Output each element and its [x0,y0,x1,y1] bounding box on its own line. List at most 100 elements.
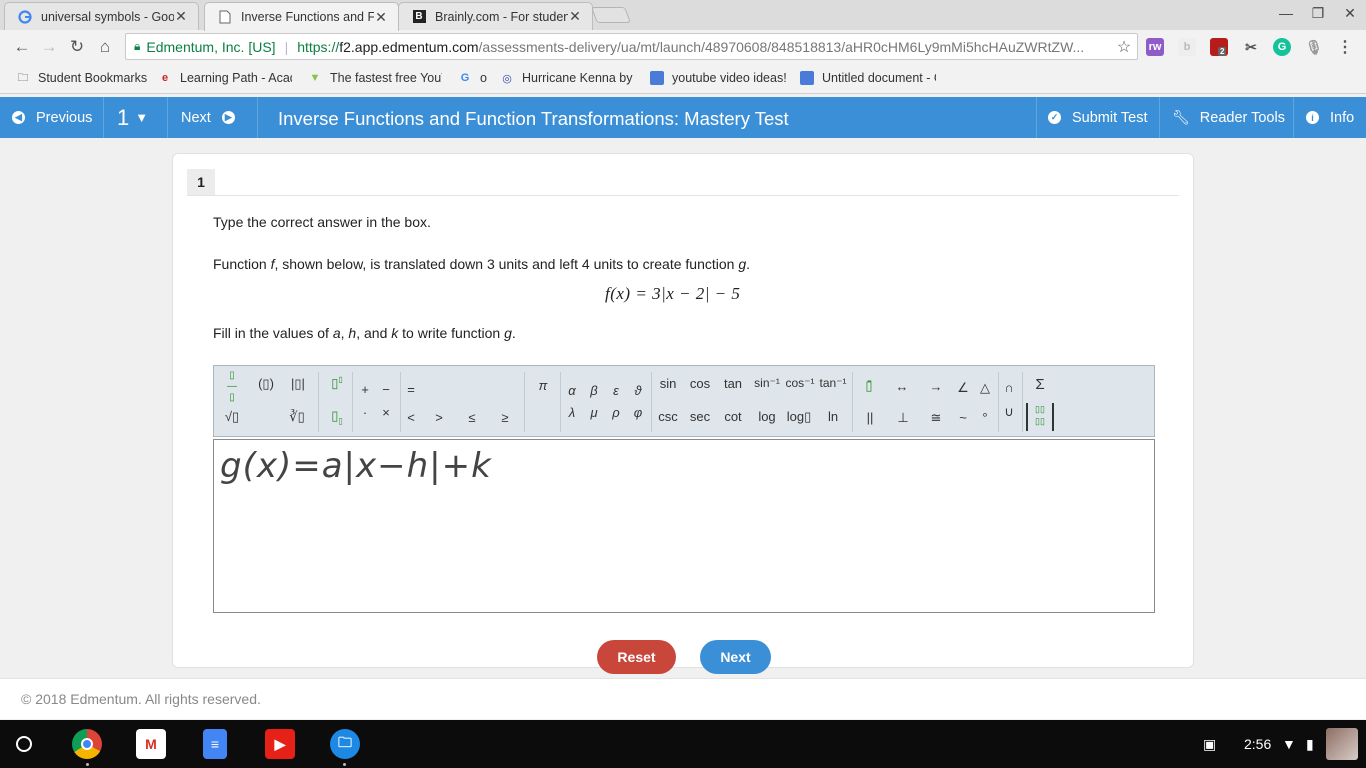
perpendicular-button[interactable]: ⊥ [896,410,910,426]
youtube-icon[interactable]: ▶ [265,729,295,759]
tan-button[interactable]: tan [720,376,746,391]
lambda-button[interactable]: λ [565,405,579,420]
nth-root-button[interactable]: ∛▯ [286,409,308,425]
absolute-value-button[interactable]: |▯| [288,376,308,392]
close-icon[interactable]: ✕ [374,9,388,26]
previous-button[interactable]: ◀ Previous [12,97,92,138]
bookmark-item[interactable]: ◎ Hurricane Kenna by S [500,71,635,85]
reset-button[interactable]: Reset [597,640,676,674]
similar-button[interactable]: ~ [955,410,971,425]
answer-input[interactable]: g(x)=a|x−h|+k [213,439,1155,613]
degree-button[interactable]: ° [977,410,993,425]
question-selector[interactable]: 1 ▼ [117,97,148,138]
gmail-icon[interactable]: M [136,729,166,759]
address-bar[interactable]: 🔒︎ Edmentum, Inc. [US] | https:// f2.app… [125,33,1138,60]
sin-button[interactable]: sin [655,376,681,391]
bookmark-item[interactable]: youtube video ideas! [650,71,786,85]
rho-button[interactable]: ρ [609,405,623,420]
cos-button[interactable]: cos [687,376,713,391]
less-than-button[interactable]: < [404,410,418,425]
arctan-button[interactable]: tan⁻¹ [817,376,849,390]
bookmark-item[interactable]: e Learning Path - Acad [158,71,292,85]
back-icon[interactable]: ← [12,37,32,57]
clock[interactable]: 2:56 [1244,736,1271,752]
extension-rewordify-icon[interactable]: rw [1146,38,1164,56]
alpha-button[interactable]: α [565,383,579,398]
launcher-icon[interactable] [16,736,32,752]
close-icon[interactable]: ✕ [568,8,582,25]
line-button[interactable]: ↔ [889,379,915,394]
log-base-button[interactable]: log▯ [784,409,814,425]
phi-button[interactable]: φ [631,405,645,420]
sqrt-button[interactable]: √▯ [222,409,242,425]
union-button[interactable]: ∪ [1002,404,1016,420]
extension-ublock-icon[interactable]: 2 [1210,38,1228,56]
close-icon[interactable]: ✕ [174,8,188,25]
home-icon[interactable]: ⌂ [95,37,115,57]
reload-icon[interactable]: ↻ [67,37,87,57]
csc-button[interactable]: csc [655,409,681,424]
bookmark-item[interactable]: ▼ The fastest free YouT [308,71,442,85]
grammarly-icon[interactable]: G [1273,38,1291,56]
bookmark-item[interactable]: Untitled document - G [800,71,936,85]
beta-button[interactable]: β [587,383,601,398]
docs-icon[interactable]: ≡ [203,729,227,759]
avatar[interactable] [1326,728,1358,760]
equals-button[interactable]: = [404,382,418,397]
submit-test-button[interactable]: ✓ Submit Test [1048,97,1148,138]
dot-button[interactable]: · [358,405,372,420]
congruent-button[interactable]: ≅ [929,410,943,426]
log-button[interactable]: log [753,409,781,424]
mu-button[interactable]: μ [587,405,601,420]
minimize-icon[interactable]: — [1276,5,1296,21]
info-button[interactable]: i Info [1306,97,1354,138]
greater-equal-button[interactable]: ≥ [498,410,512,425]
menu-icon[interactable]: ⋮ [1336,38,1354,56]
reader-tools-button[interactable]: 🔧︎ Reader Tools [1172,97,1285,138]
matrix-icon[interactable]: ▯▯ ▯▯ [1026,403,1054,431]
parentheses-button[interactable]: (▯) [256,376,276,392]
bookmark-star-icon[interactable]: ☆ [1111,37,1137,57]
chrome-icon[interactable] [72,729,102,759]
plus-button[interactable]: + [358,382,372,397]
answer-expression[interactable]: g(x)=a|x−h|+k [220,446,492,486]
ln-button[interactable]: ln [821,409,845,424]
browser-tab[interactable]: B Brainly.com - For student ✕ [398,2,593,30]
next-button[interactable]: Next [700,640,771,674]
arcsin-button[interactable]: sin⁻¹ [751,376,783,390]
less-equal-button[interactable]: ≤ [465,410,479,425]
new-tab-button[interactable] [591,7,631,23]
theta-button[interactable]: ϑ [631,383,645,398]
extension-b-icon[interactable]: b [1178,38,1196,56]
microphone-icon[interactable]: 🎙︎ [1305,38,1323,56]
files-icon[interactable]: 🗀 [330,729,360,759]
extension-tools-icon[interactable]: ✂ [1242,38,1260,56]
fraction-icon[interactable]: ▯ ― ▯ [224,370,240,403]
superscript-icon[interactable]: ▯▯ [330,375,344,391]
intersection-button[interactable]: ∩ [1002,380,1016,395]
triangle-button[interactable]: △ [977,380,993,396]
arccos-button[interactable]: cos⁻¹ [784,376,816,390]
parallel-button[interactable]: || [863,410,877,425]
times-button[interactable]: × [379,405,393,420]
bookmark-item[interactable]: G o [458,71,492,85]
screenshot-icon[interactable]: ▣ [1203,736,1216,753]
forward-icon[interactable]: → [39,37,59,57]
browser-tab-active[interactable]: Inverse Functions and Fu ✕ [204,2,399,31]
overline-icon[interactable]: ▯̄ [862,378,876,394]
minus-button[interactable]: − [379,382,393,397]
close-window-icon[interactable]: ✕ [1340,5,1360,22]
next-nav-button[interactable]: Next ▶ [181,97,235,138]
maximize-icon[interactable]: ❐ [1308,5,1328,22]
sec-button[interactable]: sec [687,409,713,424]
angle-button[interactable]: ∠ [955,380,971,396]
ray-button[interactable]: → [923,379,949,394]
epsilon-button[interactable]: ε [609,383,623,398]
browser-tab[interactable]: universal symbols - Goog ✕ [4,2,199,30]
bookmark-item[interactable]: 🗀 Student Bookmarks [16,71,151,85]
greater-than-button[interactable]: > [432,410,446,425]
subscript-icon[interactable]: ▯▯ [330,408,344,426]
summation-button[interactable]: Σ [1030,376,1050,393]
cot-button[interactable]: cot [720,409,746,424]
battery-icon[interactable]: ▮ [1306,736,1314,753]
